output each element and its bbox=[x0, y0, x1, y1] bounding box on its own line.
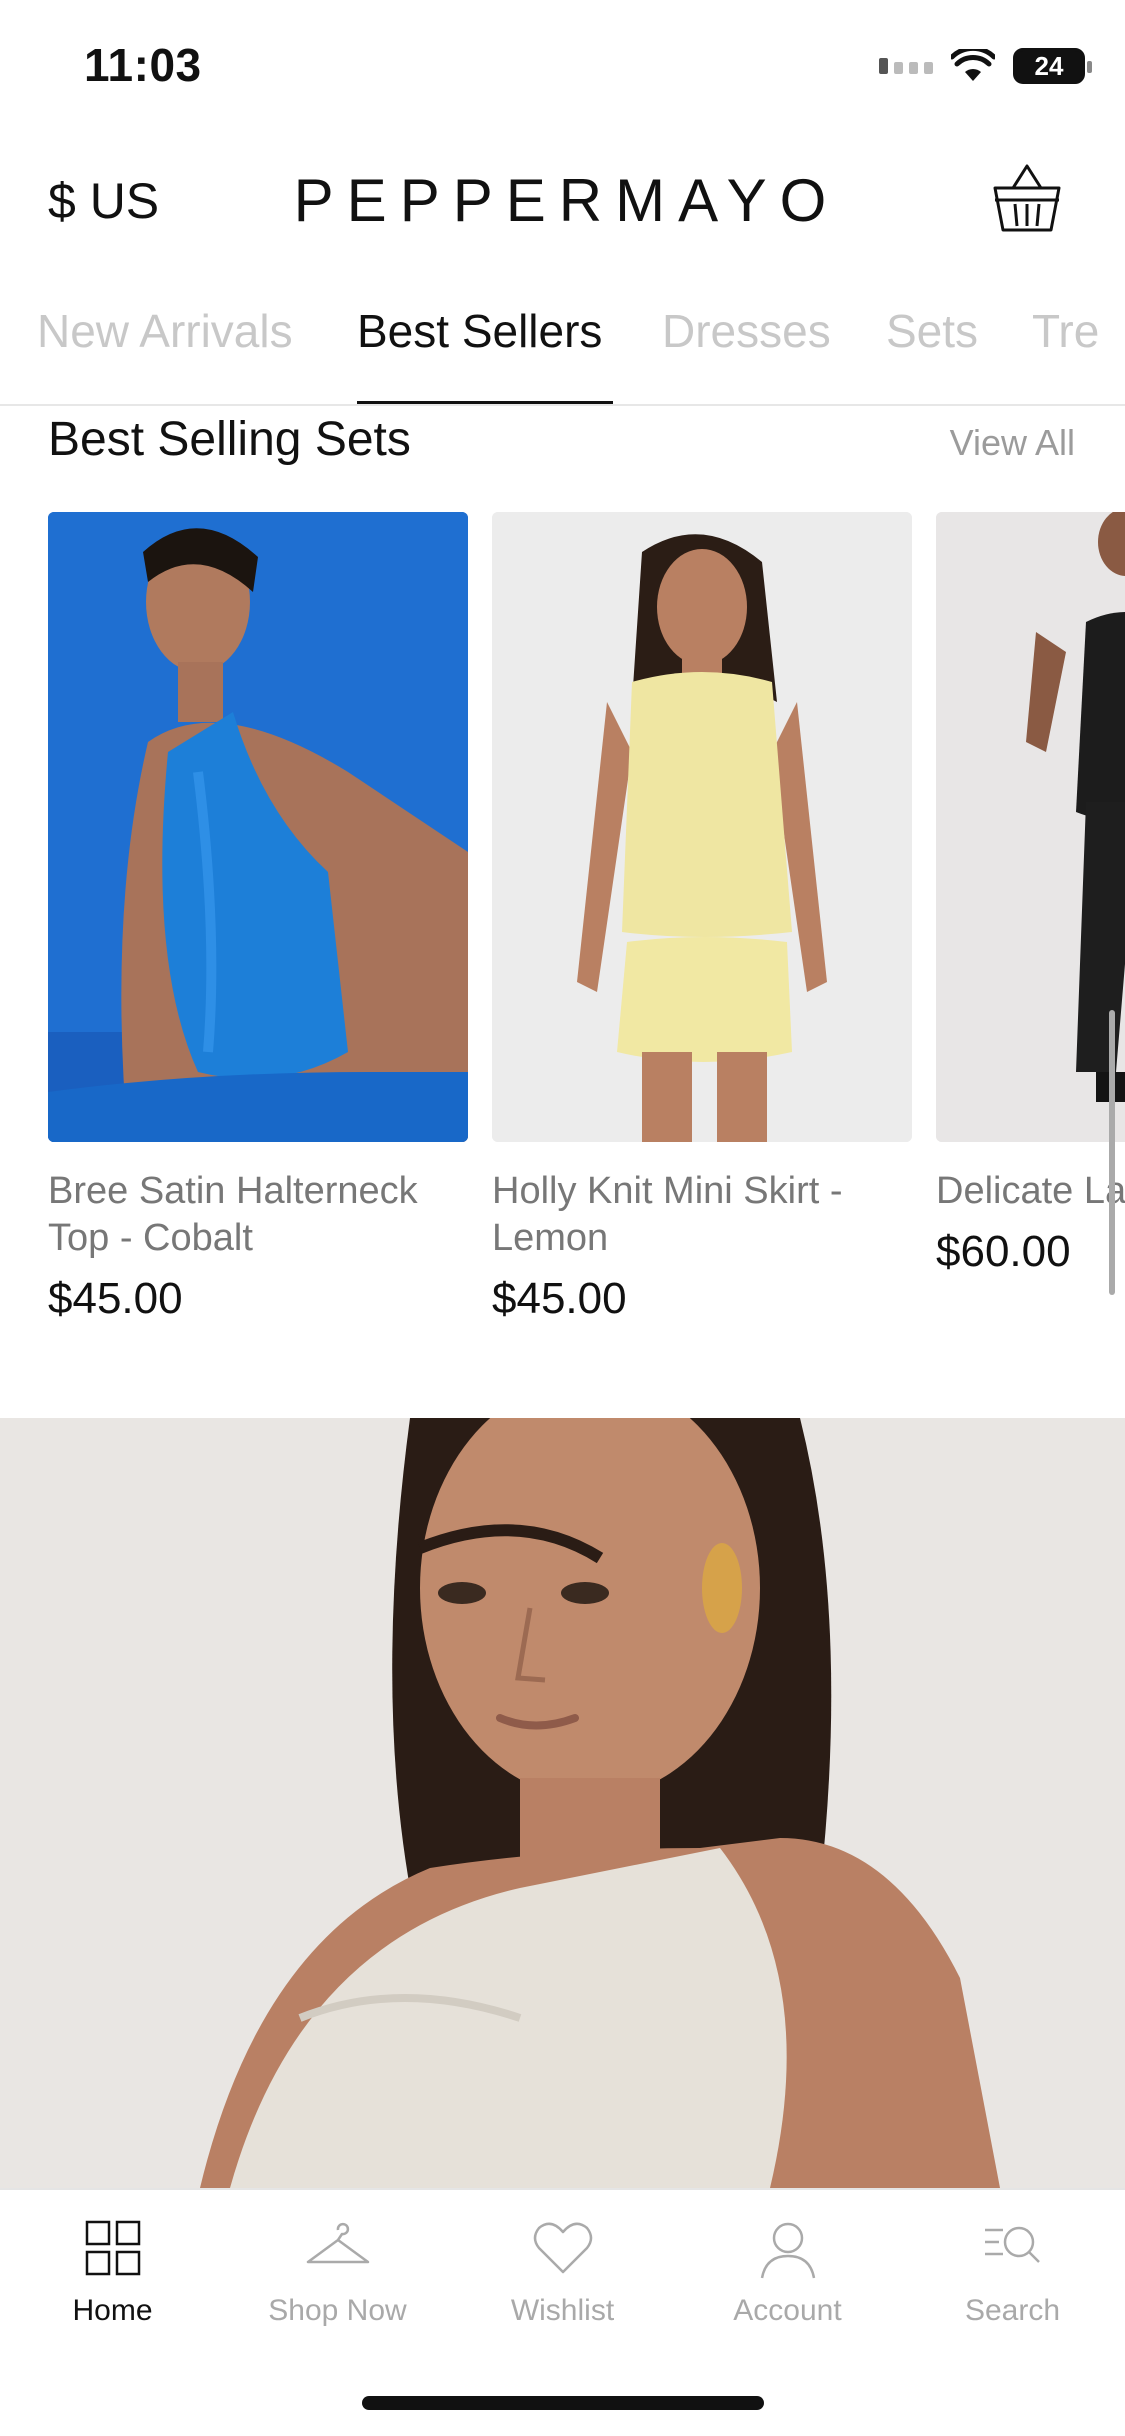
search-icon bbox=[984, 2226, 1040, 2263]
cellular-signal-icon bbox=[879, 58, 933, 74]
section-title: Best Selling Sets bbox=[48, 413, 411, 466]
status-icons: 24 bbox=[879, 48, 1092, 84]
hanger-icon bbox=[306, 2222, 369, 2264]
scroll-indicator[interactable] bbox=[1109, 1010, 1115, 1295]
nav-shop-now[interactable]: Shop Now bbox=[225, 2216, 450, 2328]
nav-account[interactable]: Account bbox=[675, 2216, 900, 2328]
nav-wishlist[interactable]: Wishlist bbox=[450, 2216, 675, 2328]
home-indicator[interactable] bbox=[362, 2396, 764, 2410]
nav-home-label: Home bbox=[72, 2294, 153, 2327]
status-bar: 11:03 24 bbox=[0, 0, 1125, 140]
product-name[interactable]: Delicate La Maxi Skirt bbox=[936, 1168, 1125, 1215]
nav-search-label: Search bbox=[964, 2294, 1061, 2327]
model-photo bbox=[492, 512, 912, 1142]
model-photo bbox=[48, 512, 468, 1142]
category-tabs: New Arrivals Best Sellers Dresses Sets T… bbox=[0, 290, 1125, 406]
app-header: $ US PEPPERMAYO bbox=[0, 150, 1125, 260]
banner-photo bbox=[0, 1418, 1125, 2188]
product-card[interactable]: Delicate La Maxi Skirt $60.00 bbox=[936, 512, 1125, 1277]
tab-trending[interactable]: Tre bbox=[1032, 304, 1099, 358]
grid-icon bbox=[85, 2220, 140, 2276]
product-price: $60.00 bbox=[936, 1227, 1071, 1276]
view-all-link[interactable]: View All bbox=[950, 422, 1075, 464]
tab-best-sellers[interactable]: Best Sellers bbox=[357, 304, 602, 358]
status-time: 11:03 bbox=[84, 39, 202, 91]
product-card[interactable]: Holly Knit Mini Skirt - Lemon $45.00 bbox=[492, 512, 912, 1324]
editorial-banner[interactable] bbox=[0, 1418, 1125, 2188]
product-image[interactable] bbox=[48, 512, 468, 1142]
bottom-tab-bar: Home Shop Now Wishlist Account Search bbox=[0, 2188, 1125, 2436]
nav-wishlist-label: Wishlist bbox=[510, 2294, 615, 2327]
product-price: $45.00 bbox=[492, 1274, 627, 1323]
battery-icon: 24 bbox=[1013, 48, 1092, 84]
section-header: Best Selling Sets View All bbox=[48, 412, 1075, 482]
product-price: $45.00 bbox=[48, 1274, 183, 1323]
product-card[interactable]: Bree Satin Halterneck Top - Cobalt $45.0… bbox=[48, 512, 468, 1324]
product-image[interactable] bbox=[936, 512, 1125, 1142]
user-icon bbox=[760, 2222, 815, 2279]
tab-sets[interactable]: Sets bbox=[886, 304, 978, 358]
shopping-basket-icon[interactable] bbox=[989, 160, 1065, 236]
nav-search[interactable]: Search bbox=[900, 2216, 1125, 2328]
app-screen: 11:03 24 $ US PEPPERMAYO New Arrivals Be… bbox=[0, 0, 1125, 2436]
nav-account-label: Account bbox=[733, 2294, 842, 2327]
brand-logo[interactable]: PEPPERMAYO bbox=[0, 166, 1125, 235]
wifi-icon bbox=[951, 49, 995, 81]
heart-icon bbox=[533, 2222, 592, 2274]
tab-new-arrivals[interactable]: New Arrivals bbox=[37, 304, 293, 358]
model-photo bbox=[936, 512, 1125, 1142]
nav-shop-now-label: Shop Now bbox=[268, 2294, 407, 2327]
product-carousel[interactable]: Bree Satin Halterneck Top - Cobalt $45.0… bbox=[48, 512, 1125, 1352]
nav-home[interactable]: Home bbox=[0, 2216, 225, 2328]
product-image[interactable] bbox=[492, 512, 912, 1142]
battery-level: 24 bbox=[1034, 50, 1064, 81]
active-tab-indicator bbox=[357, 401, 613, 404]
product-name[interactable]: Bree Satin Halterneck Top - Cobalt bbox=[48, 1168, 468, 1262]
product-name[interactable]: Holly Knit Mini Skirt - Lemon bbox=[492, 1168, 912, 1262]
tab-dresses[interactable]: Dresses bbox=[662, 304, 831, 358]
